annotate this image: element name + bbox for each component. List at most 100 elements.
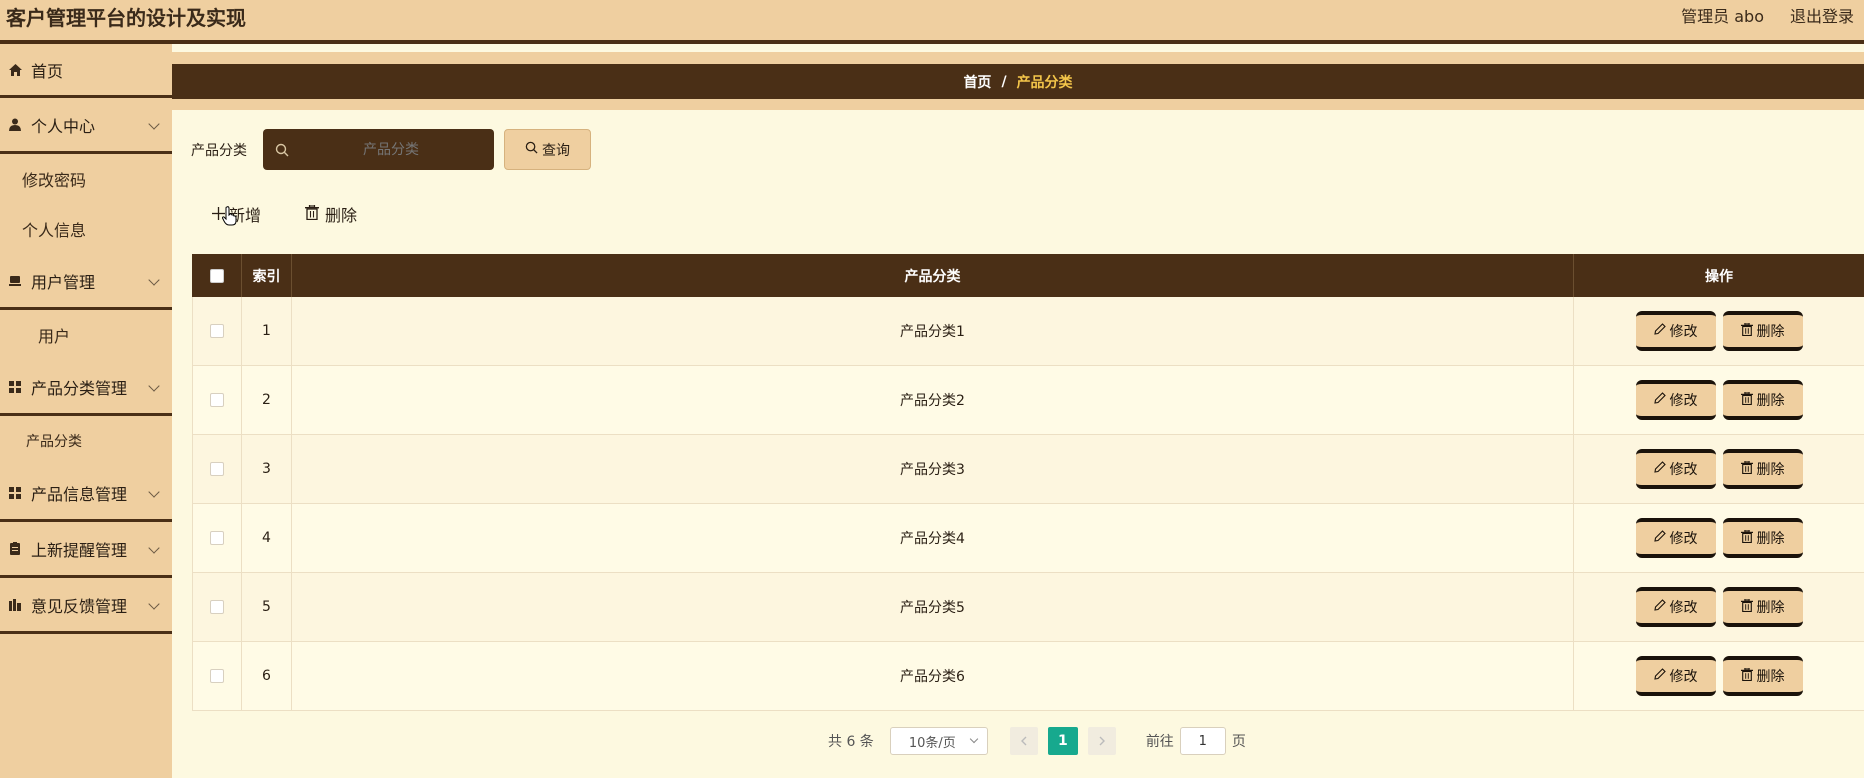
sidebar-item-label: 用户管理 xyxy=(31,272,96,292)
row-index: 4 xyxy=(242,504,292,572)
trash-icon xyxy=(1740,598,1753,616)
top-header: 客户管理平台的设计及实现 管理员 abo 退出登录 xyxy=(0,0,1864,44)
sidebar-item-feedback-management[interactable]: 意见反馈管理 xyxy=(0,578,172,634)
header-select-cell xyxy=(192,254,242,297)
delete-label: 删除 xyxy=(1756,669,1785,685)
batch-delete-button[interactable]: 删除 xyxy=(305,202,357,226)
edit-label: 修改 xyxy=(1669,462,1698,478)
edit-icon xyxy=(1653,323,1666,339)
breadcrumb-wrapper: 首页 / 产品分类 xyxy=(172,52,1864,110)
header-category: 产品分类 xyxy=(292,254,1574,297)
sidebar-item-personal-center[interactable]: 个人中心 xyxy=(0,98,172,154)
row-index: 2 xyxy=(242,366,292,434)
chevron-down-icon xyxy=(148,274,160,286)
delete-button[interactable]: 删除 xyxy=(1722,449,1803,489)
search-label: 产品分类 xyxy=(191,143,247,159)
row-category: 产品分类3 xyxy=(292,435,1574,503)
table-header: 索引 产品分类 操作 xyxy=(192,254,1864,297)
delete-label: 删除 xyxy=(1756,393,1785,409)
total-count: 共 6 条 xyxy=(828,734,874,750)
header-actions: 管理员 abo 退出登录 xyxy=(1681,3,1854,27)
row-checkbox[interactable] xyxy=(210,600,224,614)
edit-button[interactable]: 修改 xyxy=(1635,380,1716,420)
search-icon xyxy=(525,141,538,158)
trash-icon xyxy=(1740,322,1753,340)
bar-chart-icon xyxy=(8,598,22,612)
delete-button[interactable]: 删除 xyxy=(1722,518,1803,558)
row-index: 5 xyxy=(242,573,292,641)
edit-button[interactable]: 修改 xyxy=(1635,311,1716,351)
category-table: 索引 产品分类 操作 1 产品分类1 修改 删除 2 产品分类2 修改 删除 3… xyxy=(192,254,1864,711)
row-checkbox[interactable] xyxy=(210,324,224,338)
select-all-checkbox[interactable] xyxy=(209,268,224,283)
chevron-down-icon xyxy=(148,542,160,554)
row-category: 产品分类1 xyxy=(292,297,1574,365)
sidebar-item-personal-info[interactable]: 个人信息 xyxy=(0,204,172,254)
pagination: 共 6 条 10条/页 1 前往 页 xyxy=(828,727,1246,755)
next-page-button[interactable] xyxy=(1087,727,1116,755)
current-user[interactable]: 管理员 abo xyxy=(1681,3,1764,27)
delete-label: 删除 xyxy=(1756,600,1785,616)
home-icon xyxy=(8,63,22,77)
trash-icon xyxy=(1740,460,1753,478)
edit-label: 修改 xyxy=(1669,531,1698,547)
row-select-cell xyxy=(192,573,242,641)
sidebar: 首页 个人中心 修改密码 个人信息 用户管理 用户 产品分类管理 产品分类 产品… xyxy=(0,44,172,778)
delete-button[interactable]: 删除 xyxy=(1722,380,1803,420)
logout-link[interactable]: 退出登录 xyxy=(1790,3,1854,27)
row-checkbox[interactable] xyxy=(210,531,224,545)
clipboard-icon xyxy=(8,542,22,556)
edit-button[interactable]: 修改 xyxy=(1635,587,1716,627)
sidebar-item-category-management[interactable]: 产品分类管理 xyxy=(0,360,172,416)
page-size-select[interactable]: 10条/页 xyxy=(889,727,988,755)
row-actions: 修改 删除 xyxy=(1574,297,1864,365)
chevron-down-icon xyxy=(148,598,160,610)
chevron-left-icon xyxy=(1020,736,1027,746)
sidebar-item-label: 产品信息管理 xyxy=(31,484,128,504)
row-select-cell xyxy=(192,297,242,365)
edit-button[interactable]: 修改 xyxy=(1635,449,1716,489)
edit-label: 修改 xyxy=(1669,669,1698,685)
prev-page-button[interactable] xyxy=(1009,727,1038,755)
row-checkbox[interactable] xyxy=(210,393,224,407)
query-button[interactable]: 查询 xyxy=(504,129,591,170)
sidebar-item-category[interactable]: 产品分类 xyxy=(0,416,172,466)
delete-button[interactable]: 删除 xyxy=(1722,656,1803,696)
row-category: 产品分类6 xyxy=(292,642,1574,710)
edit-button[interactable]: 修改 xyxy=(1635,518,1716,558)
row-select-cell xyxy=(192,504,242,572)
delete-label: 删除 xyxy=(1756,531,1785,547)
grid-icon xyxy=(8,380,22,394)
sidebar-item-home[interactable]: 首页 xyxy=(0,44,172,98)
edit-button[interactable]: 修改 xyxy=(1635,656,1716,696)
goto-page-input[interactable] xyxy=(1179,727,1226,755)
goto-label: 前往 xyxy=(1145,734,1174,750)
breadcrumb-current: 产品分类 xyxy=(1016,74,1073,91)
sidebar-item-user-management[interactable]: 用户管理 xyxy=(0,254,172,310)
row-select-cell xyxy=(192,435,242,503)
chevron-right-icon xyxy=(1099,736,1105,746)
sidebar-item-label: 修改密码 xyxy=(22,171,87,190)
chevron-down-icon xyxy=(148,380,160,392)
edit-icon xyxy=(1653,392,1666,408)
sidebar-item-product-info-management[interactable]: 产品信息管理 xyxy=(0,466,172,522)
trash-icon xyxy=(1740,391,1753,409)
hand-cursor-icon xyxy=(221,206,238,230)
sidebar-item-new-arrival-reminders[interactable]: 上新提醒管理 xyxy=(0,522,172,578)
delete-button[interactable]: 删除 xyxy=(1722,311,1803,351)
app-title: 客户管理平台的设计及实现 xyxy=(6,6,246,30)
row-checkbox[interactable] xyxy=(210,669,224,683)
search-box xyxy=(263,129,494,170)
breadcrumb-home[interactable]: 首页 xyxy=(963,72,991,92)
page-number-current[interactable]: 1 xyxy=(1047,727,1078,755)
table-row: 3 产品分类3 修改 删除 xyxy=(192,435,1864,504)
row-checkbox[interactable] xyxy=(210,462,224,476)
sidebar-item-users[interactable]: 用户 xyxy=(0,310,172,360)
sidebar-item-change-password[interactable]: 修改密码 xyxy=(0,154,172,204)
user-icon xyxy=(8,118,22,132)
delete-label: 删除 xyxy=(1756,462,1785,478)
delete-button[interactable]: 删除 xyxy=(1722,587,1803,627)
row-category: 产品分类5 xyxy=(292,573,1574,641)
search-input[interactable] xyxy=(299,129,483,170)
sidebar-item-label: 产品分类管理 xyxy=(31,378,128,398)
